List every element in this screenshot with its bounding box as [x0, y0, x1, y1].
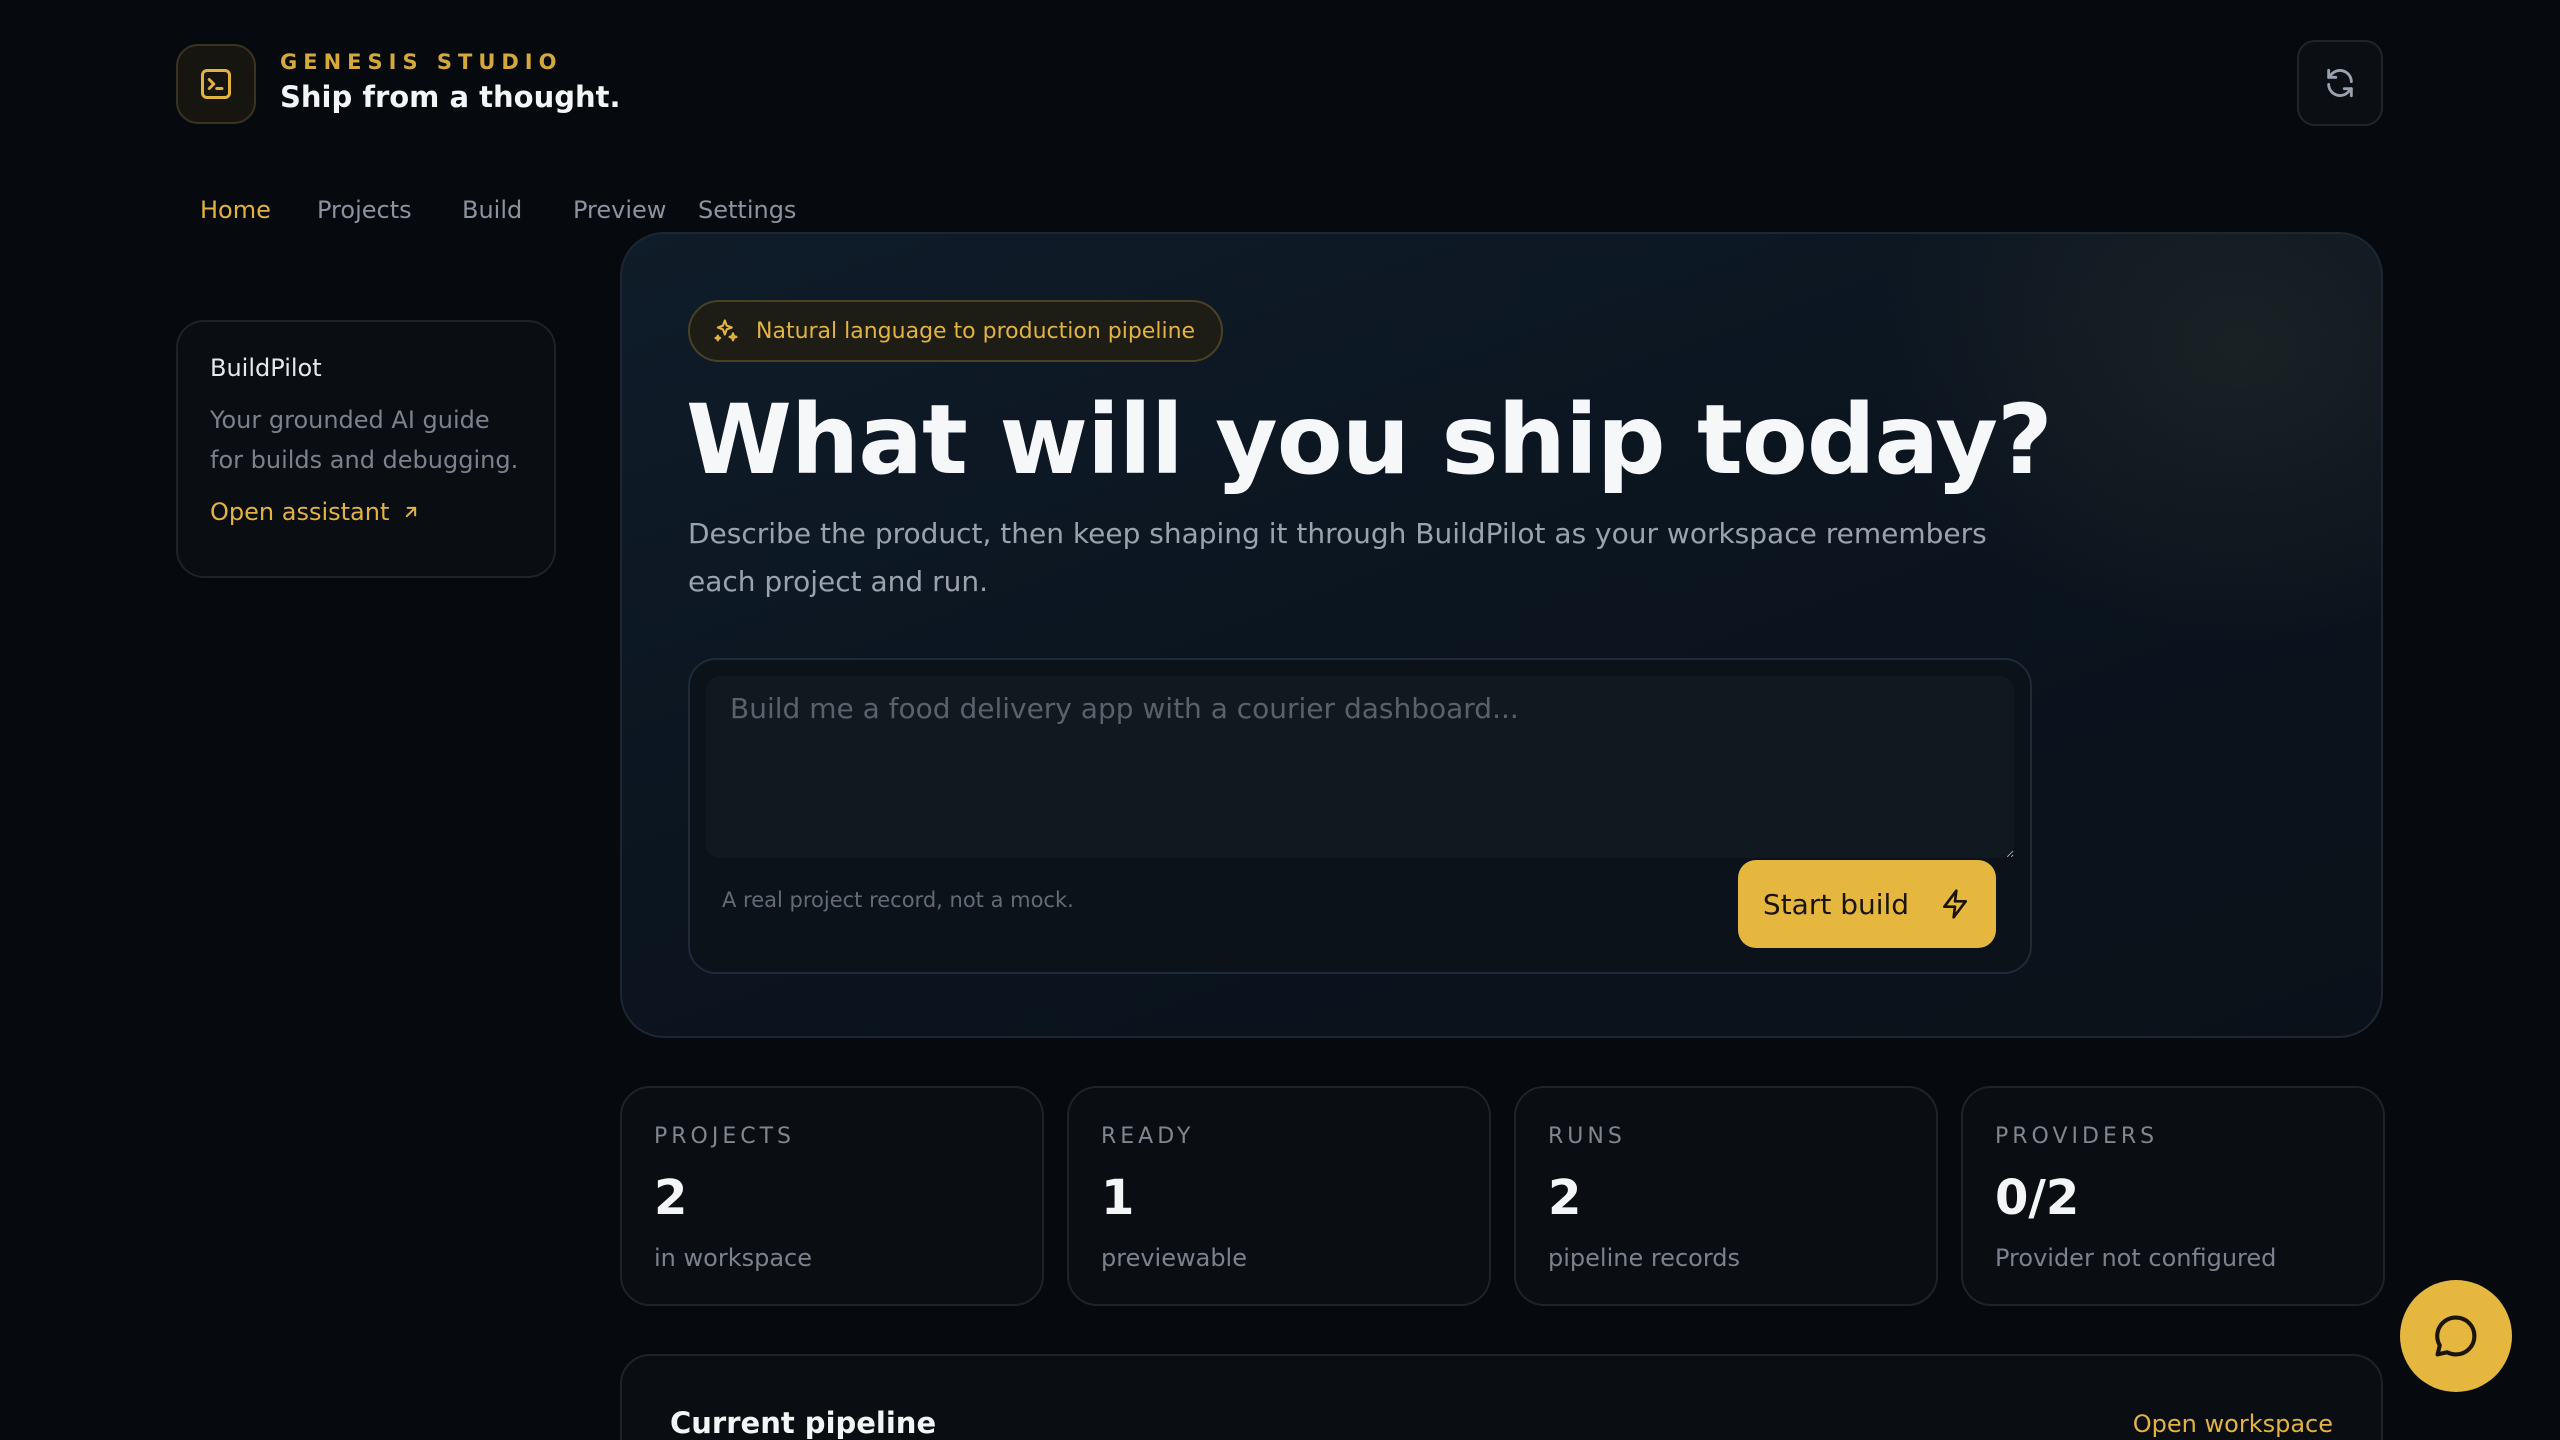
buildpilot-card: BuildPilot Your grounded AI guide for bu… — [176, 320, 556, 578]
prompt-composer: A real project record, not a mock. Start… — [688, 658, 2032, 974]
nav-projects[interactable]: Projects — [317, 196, 412, 224]
nav-settings[interactable]: Settings — [698, 196, 796, 224]
start-build-button[interactable]: Start build — [1738, 860, 1996, 948]
hero-pill-label: Natural language to production pipeline — [756, 318, 1196, 344]
hero-panel: Natural language to production pipeline … — [620, 232, 2383, 1038]
buildpilot-title: BuildPilot — [210, 354, 322, 382]
stat-value: 2 — [654, 1170, 688, 1226]
open-assistant-label: Open assistant — [210, 498, 390, 526]
refresh-icon — [2327, 68, 2353, 98]
current-pipeline-card: Current pipeline Open workspace — [620, 1354, 2383, 1440]
stat-card-providers: PROVIDERS 0/2 Provider not configured — [1961, 1086, 2385, 1306]
sparkles-icon — [714, 319, 738, 342]
refresh-button[interactable] — [2297, 40, 2383, 126]
stat-label: RUNS — [1548, 1124, 1626, 1149]
buildpilot-description: Your grounded AI guide for builds and de… — [210, 406, 519, 474]
stat-label: READY — [1101, 1124, 1195, 1149]
hero-description: Describe the product, then keep shaping … — [688, 517, 1987, 598]
stat-sub: in workspace — [654, 1244, 812, 1272]
stat-label: PROJECTS — [654, 1124, 796, 1149]
stat-card-ready: READY 1 previewable — [1067, 1086, 1491, 1306]
hero-pill: Natural language to production pipeline — [688, 300, 1224, 362]
brand-tagline: Ship from a thought. — [280, 80, 621, 114]
stat-value: 0/2 — [1995, 1170, 2080, 1226]
composer-note: A real project record, not a mock. — [722, 888, 1074, 912]
prompt-input[interactable] — [706, 676, 2014, 858]
brand-logo — [176, 44, 256, 124]
stat-card-projects: PROJECTS 2 in workspace — [620, 1086, 1044, 1306]
stat-sub: pipeline records — [1548, 1244, 1741, 1272]
nav-build[interactable]: Build — [462, 196, 522, 224]
chat-bubble-icon — [2435, 1315, 2477, 1357]
stat-value: 1 — [1101, 1170, 1135, 1226]
chat-button[interactable] — [2400, 1280, 2512, 1392]
stat-sub: previewable — [1101, 1244, 1247, 1272]
nav-preview[interactable]: Preview — [573, 196, 666, 224]
stat-value: 2 — [1548, 1170, 1582, 1226]
start-build-label: Start build — [1762, 887, 1910, 921]
hero-title: What will you ship today? — [686, 384, 2053, 496]
stat-label: PROVIDERS — [1995, 1124, 2159, 1149]
arrow-up-right-icon — [406, 506, 417, 518]
zap-icon — [1943, 889, 1968, 919]
stat-sub: Provider not configured — [1995, 1244, 2277, 1272]
stat-card-runs: RUNS 2 pipeline records — [1514, 1086, 1938, 1306]
nav-home[interactable]: Home — [200, 196, 271, 224]
open-workspace-link[interactable]: Open workspace — [2133, 1410, 2333, 1438]
terminal-icon — [201, 69, 231, 99]
pipeline-title: Current pipeline — [670, 1406, 937, 1440]
open-assistant-link[interactable]: Open assistant — [210, 498, 522, 526]
brand-eyebrow: GENESIS STUDIO — [280, 50, 563, 74]
